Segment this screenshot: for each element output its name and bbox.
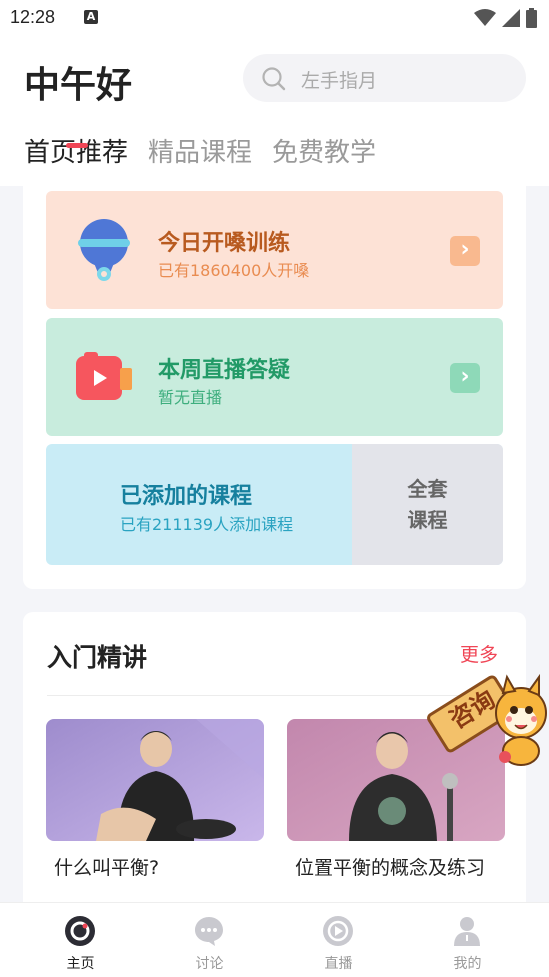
section-title: 入门精讲: [47, 643, 148, 672]
live-qa-card[interactable]: 本周直播答疑 暂无直播 ›: [46, 318, 503, 436]
home-screen: 12:28 A 中午好 左手指月 首页推荐 精品课程 免费教学 今日开嗓训练 已…: [0, 0, 549, 977]
microphone-icon: [78, 219, 130, 281]
chevron-right-icon[interactable]: ›: [450, 236, 480, 266]
status-icons: [474, 8, 537, 28]
tab-bar: 首页推荐 精品课程 免费教学: [24, 132, 376, 169]
added-courses-card[interactable]: 已添加的课程 已有211139人添加课程 全套 课程: [46, 444, 503, 565]
wifi-icon: [474, 9, 496, 26]
search-input[interactable]: 左手指月: [243, 54, 526, 102]
nav-label: 直播: [324, 956, 353, 972]
status-time: 12:28: [10, 7, 56, 27]
notification-icon: A: [84, 10, 98, 24]
nav-label: 讨论: [195, 956, 224, 972]
camera-icon: [76, 352, 132, 400]
nav-home[interactable]: 主页: [16, 903, 145, 977]
active-tab-indicator: [66, 143, 88, 148]
search-icon: [262, 67, 286, 91]
added-courses-subtitle: 已有211139人添加课程: [120, 515, 294, 534]
live-title: 本周直播答疑: [158, 358, 291, 383]
video-card[interactable]: 什么叫平衡?: [46, 719, 264, 880]
chat-icon: [195, 917, 223, 946]
bottom-navigation: 主页 讨论 直播 我的: [0, 902, 549, 977]
voice-training-card[interactable]: 今日开嗓训练 已有1860400人开嗓 ›: [46, 191, 503, 309]
header: 中午好 左手指月 首页推荐 精品课程 免费教学: [0, 36, 549, 186]
nav-label: 主页: [66, 956, 95, 972]
live-play-icon: [323, 916, 353, 946]
home-icon: [65, 916, 95, 946]
battery-icon: [526, 8, 537, 28]
nav-discuss[interactable]: 讨论: [145, 903, 274, 977]
nav-profile[interactable]: 我的: [403, 903, 532, 977]
signal-icon: [502, 9, 520, 27]
tab-free-teaching[interactable]: 免费教学: [272, 132, 376, 169]
tab-premium-courses[interactable]: 精品课程: [148, 132, 252, 169]
training-subtitle: 已有1860400人开嗓: [158, 261, 310, 280]
all-courses-label: 全套 课程: [407, 477, 448, 532]
live-subtitle: 暂无直播: [158, 388, 223, 407]
consult-mascot[interactable]: 咨询: [425, 655, 549, 773]
all-courses-button[interactable]: 全套 课程: [352, 444, 503, 565]
nav-label: 我的: [453, 956, 482, 972]
video-title: 位置平衡的概念及练习: [295, 857, 486, 879]
video-thumbnail: [46, 719, 264, 841]
training-title: 今日开嗓训练: [158, 231, 291, 256]
nav-live[interactable]: 直播: [274, 903, 403, 977]
greeting-title: 中午好: [24, 65, 133, 106]
tab-recommended[interactable]: 首页推荐: [24, 132, 128, 169]
status-bar: 12:28 A: [0, 0, 549, 36]
chevron-right-icon[interactable]: ›: [450, 363, 480, 393]
search-placeholder: 左手指月: [301, 70, 378, 92]
profile-icon: [454, 917, 480, 946]
video-title: 什么叫平衡?: [54, 857, 160, 879]
added-courses-title: 已添加的课程: [120, 484, 253, 509]
